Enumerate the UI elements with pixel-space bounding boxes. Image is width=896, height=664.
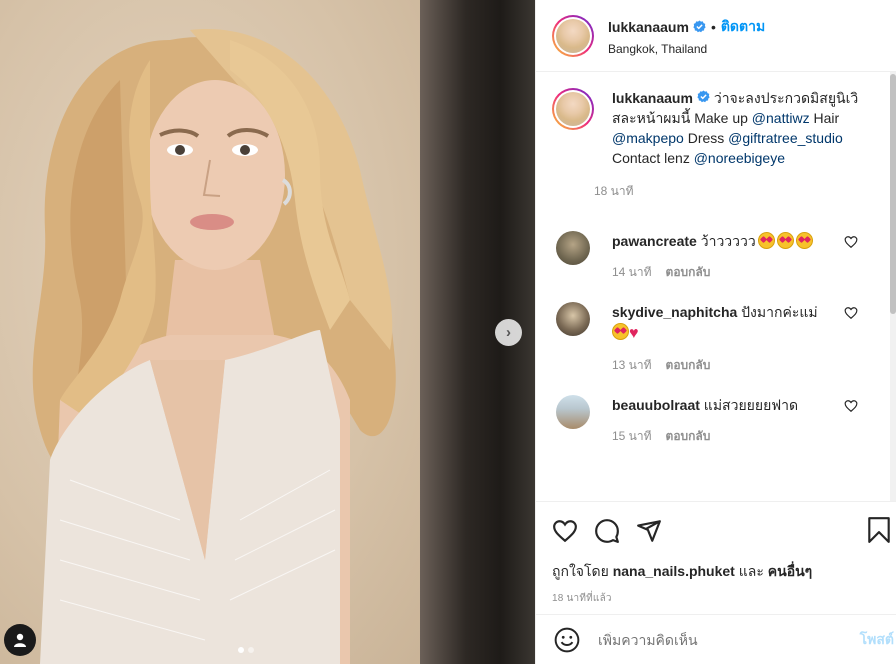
header-separator: •: [710, 18, 716, 35]
post-header: lukkanaaum • ติดตาม Bangkok, Thailand: [536, 0, 896, 72]
caption-part: Contact lenz: [612, 150, 694, 166]
caption-username[interactable]: lukkanaaum: [612, 90, 693, 106]
post-footer: ถูกใจโดย nana_nails.phuket และ คนอื่นๆ 1…: [536, 501, 896, 664]
comment-text: ปังมากค่ะแม่: [737, 304, 818, 320]
comment-username[interactable]: skydive_naphitcha: [612, 304, 737, 320]
like-heart-icon[interactable]: [552, 518, 578, 544]
caption-part: Dress: [683, 130, 729, 146]
reply-button[interactable]: ตอบกลับ: [666, 265, 711, 279]
comment-avatar[interactable]: [556, 231, 590, 265]
user-icon: [14, 633, 26, 647]
comments-list[interactable]: lukkanaaum ว่าจะลงประกวดมิสยูนิเวิสละหน้…: [536, 72, 896, 501]
comments-scrollbar[interactable]: [890, 72, 896, 501]
comment-text: ว้าววววว: [696, 233, 756, 249]
red-heart-emoji: ♥: [629, 325, 639, 342]
scrollbar-thumb[interactable]: [890, 74, 896, 314]
caption-avatar[interactable]: [552, 88, 594, 130]
comment-item: pawancreate ว้าววววว 14 นาที ตอบกลับ: [552, 231, 896, 282]
likes-others-link[interactable]: คนอื่นๆ: [768, 563, 812, 579]
emoji-smiley-icon[interactable]: [554, 627, 580, 653]
next-photo-button[interactable]: ›: [495, 319, 522, 346]
mention-link[interactable]: @giftratree_studio: [728, 130, 843, 146]
comment-time[interactable]: 13 นาที: [612, 358, 652, 372]
post-caption: lukkanaaum ว่าจะลงประกวดมิสยูนิเวิสละหน้…: [552, 88, 896, 201]
comment-username[interactable]: pawancreate: [612, 233, 697, 249]
comment-item: skydive_naphitcha ปังมากค่ะแม่ ♥ 13 นาที ต…: [552, 302, 896, 375]
post-modal: › lukkanaaum • ติดตาม Bangkok, Thailand …: [0, 0, 896, 664]
post-comment-button[interactable]: โพสต์: [860, 629, 894, 651]
verified-badge-icon: [697, 90, 710, 103]
comment-bubble-icon[interactable]: [594, 518, 620, 544]
comment-input[interactable]: [598, 631, 828, 648]
heart-eyes-emoji: [776, 232, 794, 249]
caption-time[interactable]: 18 นาที: [594, 182, 864, 201]
heart-eyes-emoji: [795, 232, 813, 249]
carousel-dot-active: [238, 647, 244, 653]
reply-button[interactable]: ตอบกลับ: [666, 429, 711, 443]
comment-avatar[interactable]: [556, 302, 590, 336]
comment-time[interactable]: 15 นาที: [612, 429, 652, 443]
like-comment-heart-icon[interactable]: [844, 306, 858, 320]
tagged-users-button[interactable]: [4, 624, 36, 656]
verified-badge-icon: [693, 20, 706, 33]
heart-eyes-emoji: [612, 323, 629, 340]
comment-item: beauubolraat แม่สวยยยยฟาด 15 นาที ตอบกลับ: [552, 395, 896, 446]
carousel-dot: [248, 647, 254, 653]
likes-prefix: ถูกใจโดย: [552, 563, 613, 579]
location-link[interactable]: Bangkok, Thailand: [608, 42, 765, 56]
heart-eyes-emoji: [757, 232, 775, 249]
like-comment-heart-icon[interactable]: [844, 399, 858, 413]
mention-link[interactable]: @makpepo: [612, 130, 684, 146]
photo-subject: [32, 29, 396, 664]
comment-avatar[interactable]: [556, 395, 590, 429]
caption-part: Hair: [809, 110, 840, 126]
caption-text: lukkanaaum ว่าจะลงประกวดมิสยูนิเวิสละหน้…: [612, 88, 864, 168]
carousel-indicator: [238, 647, 254, 653]
save-bookmark-icon[interactable]: [866, 516, 892, 544]
author-avatar[interactable]: [552, 14, 594, 57]
post-photo[interactable]: ›: [0, 0, 535, 664]
comment-text: แม่สวยยยยฟาด: [699, 397, 799, 413]
mention-link[interactable]: @noreebigeye: [694, 150, 785, 166]
post-timestamp[interactable]: 18 นาทีที่แล้ว: [536, 591, 896, 606]
reply-button[interactable]: ตอบกลับ: [666, 358, 711, 372]
post-details-panel: lukkanaaum • ติดตาม Bangkok, Thailand lu…: [535, 0, 896, 664]
like-comment-heart-icon[interactable]: [844, 235, 858, 249]
liker-username[interactable]: nana_nails.phuket: [613, 563, 735, 579]
author-username[interactable]: lukkanaaum: [608, 19, 689, 35]
comment-time[interactable]: 14 นาที: [612, 265, 652, 279]
add-comment-bar: โพสต์: [536, 614, 896, 664]
share-send-icon[interactable]: [636, 518, 662, 544]
mention-link[interactable]: @nattiwz: [752, 110, 810, 126]
likes-summary: ถูกใจโดย nana_nails.phuket และ คนอื่นๆ: [536, 561, 896, 583]
follow-button[interactable]: ติดตาม: [721, 16, 765, 38]
comment-username[interactable]: beauubolraat: [612, 397, 700, 413]
action-bar: [536, 501, 896, 559]
likes-conj: และ: [734, 563, 768, 579]
